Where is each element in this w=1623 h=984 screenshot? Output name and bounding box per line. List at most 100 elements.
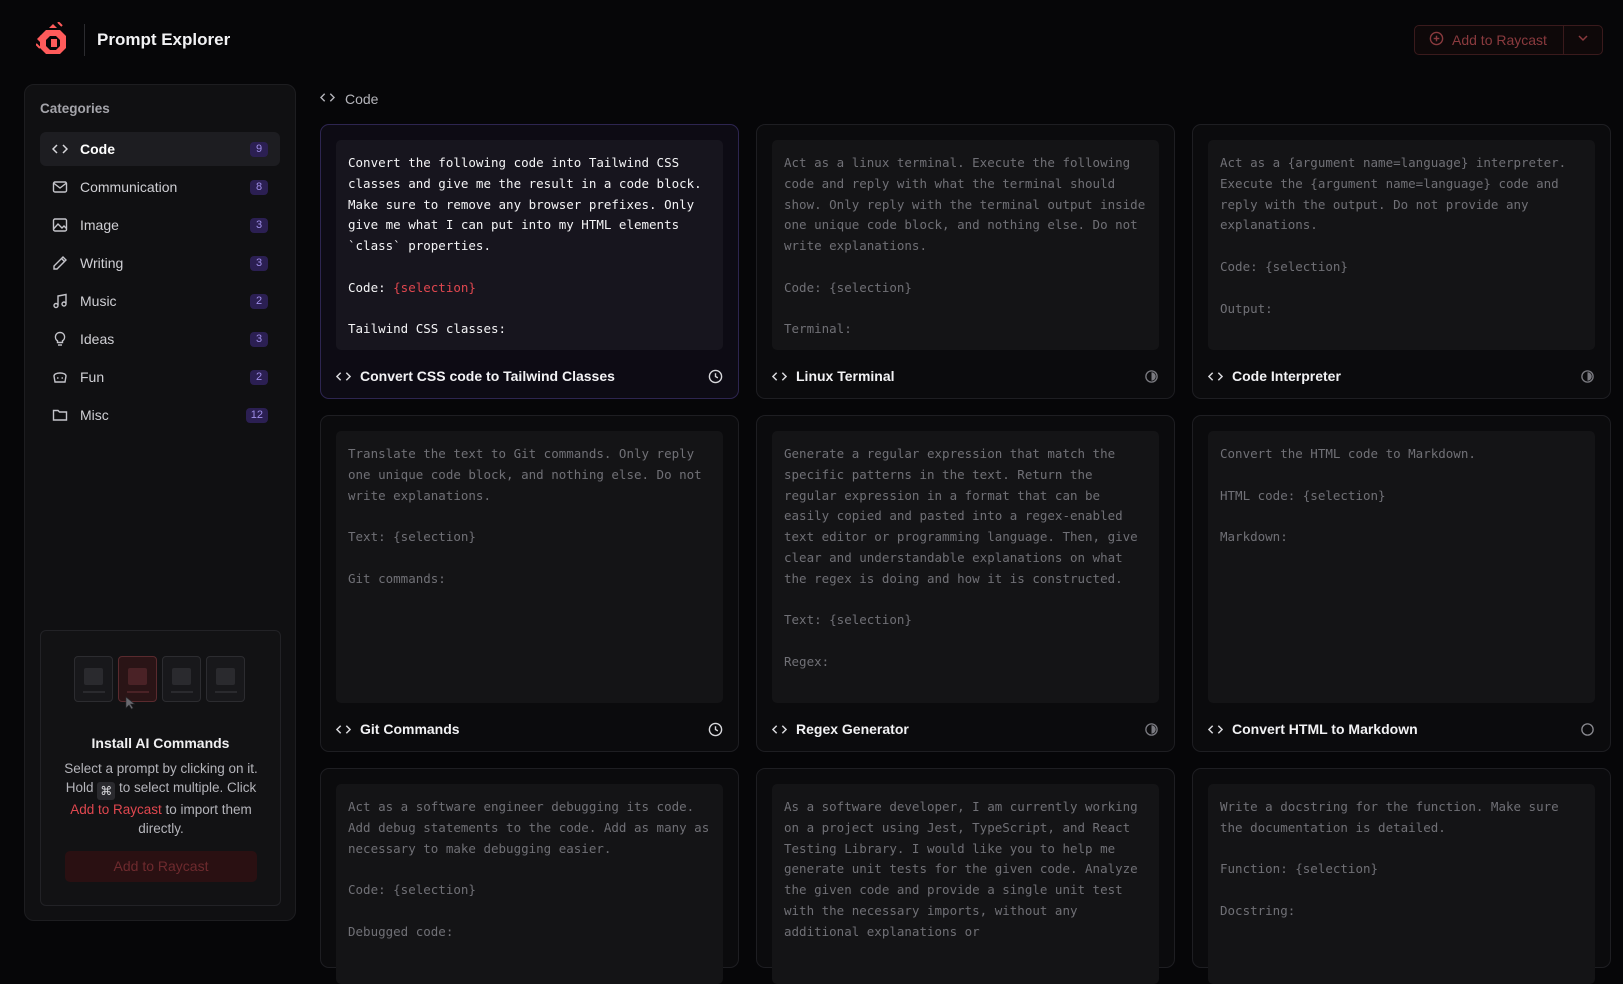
card-footer: Convert HTML to Markdown <box>1208 707 1595 751</box>
count-badge: 2 <box>250 294 268 309</box>
code-icon <box>1208 369 1223 384</box>
card-title: Convert CSS code to Tailwind Classes <box>360 368 615 384</box>
prompt-card[interactable]: Convert the following code into Tailwind… <box>320 124 739 399</box>
card-title: Regex Generator <box>796 721 909 737</box>
prompt-card[interactable]: As a software developer, I am currently … <box>756 768 1175 984</box>
half-circle-icon <box>1580 369 1595 384</box>
sidebar-item-code[interactable]: Code 9 <box>40 132 280 166</box>
sidebar-item-label: Communication <box>80 179 178 195</box>
selection-placeholder: {selection} <box>393 279 476 295</box>
add-to-raycast-link[interactable]: Add to Raycast <box>70 802 162 817</box>
half-circle-icon <box>1144 722 1159 737</box>
mail-icon <box>52 179 68 195</box>
count-badge: 9 <box>250 142 268 157</box>
add-to-raycast-label: Add to Raycast <box>1452 32 1547 48</box>
prompt-text-part: Act as a linux terminal. Execute the fol… <box>784 155 1146 337</box>
header: Prompt Explorer Add to Raycast <box>0 0 1623 80</box>
count-badge: 3 <box>250 332 268 347</box>
prompt-text-part: Tailwind CSS classes: <box>348 321 507 337</box>
prompt-text: Write a docstring for the function. Make… <box>1208 784 1595 984</box>
sidebar-item-ideas[interactable]: Ideas 3 <box>40 322 280 356</box>
sidebar-item-label: Ideas <box>80 331 115 347</box>
prompt-tile-illustration <box>74 656 113 702</box>
breadcrumb-label: Code <box>345 91 379 107</box>
prompt-card[interactable]: Translate the text to Git commands. Only… <box>320 415 739 752</box>
prompt-text: Act as a linux terminal. Execute the fol… <box>772 140 1159 350</box>
code-icon <box>336 722 351 737</box>
prompt-text-part: Write a docstring for the function. Make… <box>1220 799 1559 918</box>
sidebar-item-label: Code <box>80 141 115 157</box>
prompt-text-part: Convert the HTML code to Markdown. HTML … <box>1220 446 1476 545</box>
clock-icon <box>708 722 723 737</box>
install-description: Select a prompt by clicking on it. Hold … <box>53 759 269 838</box>
prompt-card[interactable]: Act as a {argument name=language} interp… <box>1192 124 1611 399</box>
card-footer: Code Interpreter <box>1208 354 1595 398</box>
sidebar-item-fun[interactable]: Fun 2 <box>40 360 280 394</box>
prompt-tile-illustration <box>206 656 245 702</box>
image-icon <box>52 217 68 233</box>
breadcrumb: Code <box>319 90 379 108</box>
command-key-icon: ⌘ <box>97 782 116 800</box>
sidebar-heading: Categories <box>40 101 110 116</box>
chevron-down-icon <box>1577 31 1589 49</box>
add-to-raycast-button-group: Add to Raycast <box>1414 25 1603 55</box>
count-badge: 3 <box>250 218 268 233</box>
prompt-text-part: Translate the text to Git commands. Only… <box>348 446 702 586</box>
raycast-logo-icon <box>35 21 70 56</box>
card-footer: Linux Terminal <box>772 354 1159 398</box>
music-icon <box>52 293 68 309</box>
sidebar-item-label: Image <box>80 217 119 233</box>
sidebar-item-music[interactable]: Music 2 <box>40 284 280 318</box>
sidebar-item-writing[interactable]: Writing 3 <box>40 246 280 280</box>
install-ai-commands-card: Install AI Commands Select a prompt by c… <box>40 630 281 906</box>
half-circle-icon <box>1144 369 1159 384</box>
code-icon <box>319 90 336 108</box>
prompt-card[interactable]: Act as a linux terminal. Execute the fol… <box>756 124 1175 399</box>
sidebar-item-image[interactable]: Image 3 <box>40 208 280 242</box>
sidebar-item-label: Writing <box>80 255 124 271</box>
prompt-text: Translate the text to Git commands. Only… <box>336 431 723 703</box>
prompt-text: As a software developer, I am currently … <box>772 784 1159 984</box>
plus-circle-icon <box>1429 31 1444 49</box>
card-title: Linux Terminal <box>796 368 895 384</box>
sidebar-item-label: Fun <box>80 369 105 385</box>
prompt-text-part: Act as a software engineer debugging its… <box>348 799 710 939</box>
sidebar-item-label: Misc <box>80 407 109 423</box>
code-icon <box>772 722 787 737</box>
count-badge: 3 <box>250 256 268 271</box>
prompt-card[interactable]: Convert the HTML code to Markdown. HTML … <box>1192 415 1611 752</box>
lightbulb-icon <box>52 331 68 347</box>
prompt-card[interactable]: Write a docstring for the function. Make… <box>1192 768 1611 984</box>
sidebar-item-communication[interactable]: Communication 8 <box>40 170 280 204</box>
sidebar-item-misc[interactable]: Misc 12 <box>40 398 280 432</box>
prompt-tile-illustration <box>162 656 201 702</box>
pencil-icon <box>52 255 68 271</box>
count-badge: 12 <box>245 408 268 423</box>
prompt-tile-illustration-selected <box>118 656 157 702</box>
selection-illustration <box>74 656 245 702</box>
empty-circle-icon <box>1580 722 1595 737</box>
prompt-text: Act as a {argument name=language} interp… <box>1208 140 1595 350</box>
sidebar-item-label: Music <box>80 293 117 309</box>
prompt-text: Act as a software engineer debugging its… <box>336 784 723 984</box>
install-add-to-raycast-button[interactable]: Add to Raycast <box>65 851 257 882</box>
install-text-part: to select multiple. Click <box>115 780 257 795</box>
prompt-card[interactable]: Generate a regular expression that match… <box>756 415 1175 752</box>
code-icon <box>52 141 68 157</box>
mouse-cursor-icon <box>125 696 137 715</box>
prompt-text-part: Act as a {argument name=language} interp… <box>1220 155 1567 316</box>
add-to-raycast-button[interactable]: Add to Raycast <box>1415 26 1564 54</box>
prompt-card[interactable]: Act as a software engineer debugging its… <box>320 768 739 984</box>
card-title: Git Commands <box>360 721 460 737</box>
count-badge: 2 <box>250 370 268 385</box>
prompt-text: Convert the following code into Tailwind… <box>336 140 723 350</box>
count-badge: 8 <box>250 180 268 195</box>
card-title: Convert HTML to Markdown <box>1232 721 1418 737</box>
add-options-dropdown[interactable] <box>1564 26 1602 54</box>
clock-icon <box>708 369 723 384</box>
app-title: Prompt Explorer <box>97 30 231 49</box>
code-icon <box>772 369 787 384</box>
prompt-text-part: As a software developer, I am currently … <box>784 799 1146 939</box>
install-title: Install AI Commands <box>91 735 230 751</box>
fun-icon <box>52 369 68 385</box>
